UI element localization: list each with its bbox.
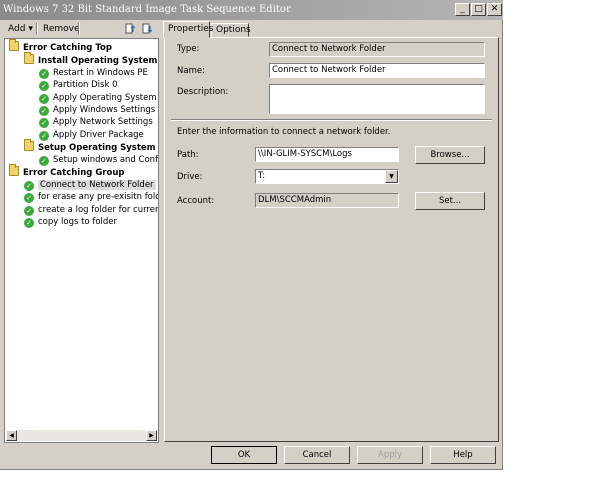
name-label: Name: [177, 66, 205, 76]
toolbar-separator [78, 23, 80, 35]
tab-properties[interactable]: Properties [163, 21, 213, 38]
check-icon: ✓ [39, 69, 49, 79]
move-down-icon[interactable] [141, 23, 153, 38]
scroll-left-icon[interactable]: ◀ [6, 430, 17, 441]
help-button[interactable]: Help [430, 446, 496, 464]
tree-item-label: Restart in Windows PE [53, 68, 148, 78]
tree-step-restart-in-windows-pe[interactable]: ✓ Restart in Windows PE [39, 67, 148, 79]
toolbar: Add ▾ Remove [4, 21, 162, 37]
tree-step-apply-operating-system[interactable]: ✓ Apply Operating System [39, 92, 157, 104]
tree-step-erase-pre-existing-folder[interactable]: ✓ for erase any pre-exisitn folder [24, 191, 159, 203]
cancel-button[interactable]: Cancel [284, 446, 350, 464]
browse-button[interactable]: Browse... [415, 146, 485, 164]
tree-step-apply-network-settings[interactable]: ✓ Apply Network Settings [39, 116, 153, 128]
check-icon: ✓ [24, 181, 34, 191]
set-account-button[interactable]: Set... [415, 192, 485, 210]
tree-group-install-operating-system[interactable]: Install Operating System [24, 52, 158, 66]
check-icon: ✓ [39, 156, 49, 166]
check-icon: ✓ [39, 118, 49, 128]
folder-icon [24, 52, 34, 64]
maximize-button[interactable]: □ [471, 3, 486, 16]
tree-item-label: Apply Driver Package [53, 130, 144, 140]
account-label: Account: [177, 196, 215, 206]
remove-button[interactable]: Remove [43, 22, 80, 37]
window-title: Windows 7 32 Bit Standard Image Task Seq… [3, 4, 291, 15]
folder-icon [24, 139, 34, 151]
drive-select[interactable]: T: ▼ [255, 169, 399, 184]
tree-step-create-log-folder[interactable]: ✓ create a log folder for current m [24, 204, 158, 216]
tree-item-label: Apply Operating System [53, 93, 157, 103]
tree-item-label: Error Catching Top [23, 43, 112, 53]
folder-icon [9, 164, 19, 176]
check-icon: ✓ [39, 94, 49, 104]
tree-item-label: Apply Network Settings [53, 117, 153, 127]
task-sequence-tree[interactable]: Error Catching Top Install Operating Sys… [4, 38, 159, 443]
check-icon: ✓ [24, 206, 34, 216]
info-text: Enter the information to connect a netwo… [177, 127, 391, 137]
scroll-right-icon[interactable]: ▶ [146, 430, 157, 441]
type-field: Connect to Network Folder [269, 42, 485, 57]
ok-button[interactable]: OK [211, 446, 277, 464]
check-icon: ✓ [39, 131, 49, 141]
close-button[interactable]: ✕ [487, 3, 502, 16]
add-label: Add [8, 24, 26, 34]
account-field: DLM\SCCMAdmin [255, 193, 399, 208]
check-icon: ✓ [24, 218, 34, 228]
move-up-icon[interactable] [124, 23, 136, 38]
tree-step-connect-to-network-folder[interactable]: ✓ Connect to Network Folder [24, 179, 156, 191]
check-icon: ✓ [24, 193, 34, 203]
minimize-button[interactable]: _ [455, 3, 470, 16]
tree-item-label: create a log folder for current m [38, 205, 158, 215]
tree-item-label: Partition Disk 0 [53, 80, 118, 90]
tree-step-apply-windows-settings[interactable]: ✓ Apply Windows Settings [39, 104, 155, 116]
drive-value: T: [258, 171, 266, 181]
type-label: Type: [177, 44, 200, 54]
add-menu-button[interactable]: Add ▾ [8, 22, 33, 37]
tree-item-label: Apply Windows Settings [53, 105, 156, 115]
tree-group-error-catching-group[interactable]: Error Catching Group [9, 164, 125, 178]
toolbar-separator [36, 23, 38, 35]
apply-button[interactable]: Apply [357, 446, 423, 464]
tree-item-label: Connect to Network Folder [38, 180, 156, 190]
description-label: Description: [177, 87, 229, 97]
tree-step-apply-driver-package[interactable]: ✓ Apply Driver Package [39, 129, 144, 141]
tab-options[interactable]: Options [211, 23, 251, 37]
path-label: Path: [177, 150, 199, 160]
tree-item-label: Install Operating System [38, 56, 158, 66]
properties-panel: Type: Connect to Network Folder Name: Co… [164, 37, 499, 442]
tree-item-label: Setup windows and Configu [53, 155, 158, 165]
tree-step-setup-windows-and-configmgr[interactable]: ✓ Setup windows and Configu [39, 154, 158, 166]
folder-icon [9, 39, 19, 51]
path-input[interactable]: \\IN-GLIM-SYSCM\Logs [255, 147, 399, 162]
check-icon: ✓ [39, 106, 49, 116]
tree-step-copy-logs-to-folder[interactable]: ✓ copy logs to folder [24, 216, 117, 228]
tree-item-label: Error Catching Group [23, 168, 125, 178]
check-icon: ✓ [39, 81, 49, 91]
tree-item-label: for erase any pre-exisitn folder [38, 192, 159, 202]
description-input[interactable] [269, 84, 485, 114]
tree-group-setup-operating-system[interactable]: Setup Operating System [24, 139, 156, 153]
chevron-down-icon: ▾ [28, 24, 33, 34]
task-sequence-editor-window: Windows 7 32 Bit Standard Image Task Seq… [0, 0, 503, 470]
tree-item-label: copy logs to folder [38, 217, 117, 227]
divider [171, 119, 492, 121]
tree-item-label: Setup Operating System [38, 143, 156, 153]
drive-label: Drive: [177, 172, 203, 182]
tree-step-partition-disk[interactable]: ✓ Partition Disk 0 [39, 79, 118, 91]
horizontal-scrollbar[interactable]: ◀ ▶ [6, 430, 157, 441]
name-input[interactable]: Connect to Network Folder [269, 63, 485, 78]
title-bar: Windows 7 32 Bit Standard Image Task Seq… [0, 0, 503, 20]
chevron-down-icon[interactable]: ▼ [385, 170, 398, 183]
